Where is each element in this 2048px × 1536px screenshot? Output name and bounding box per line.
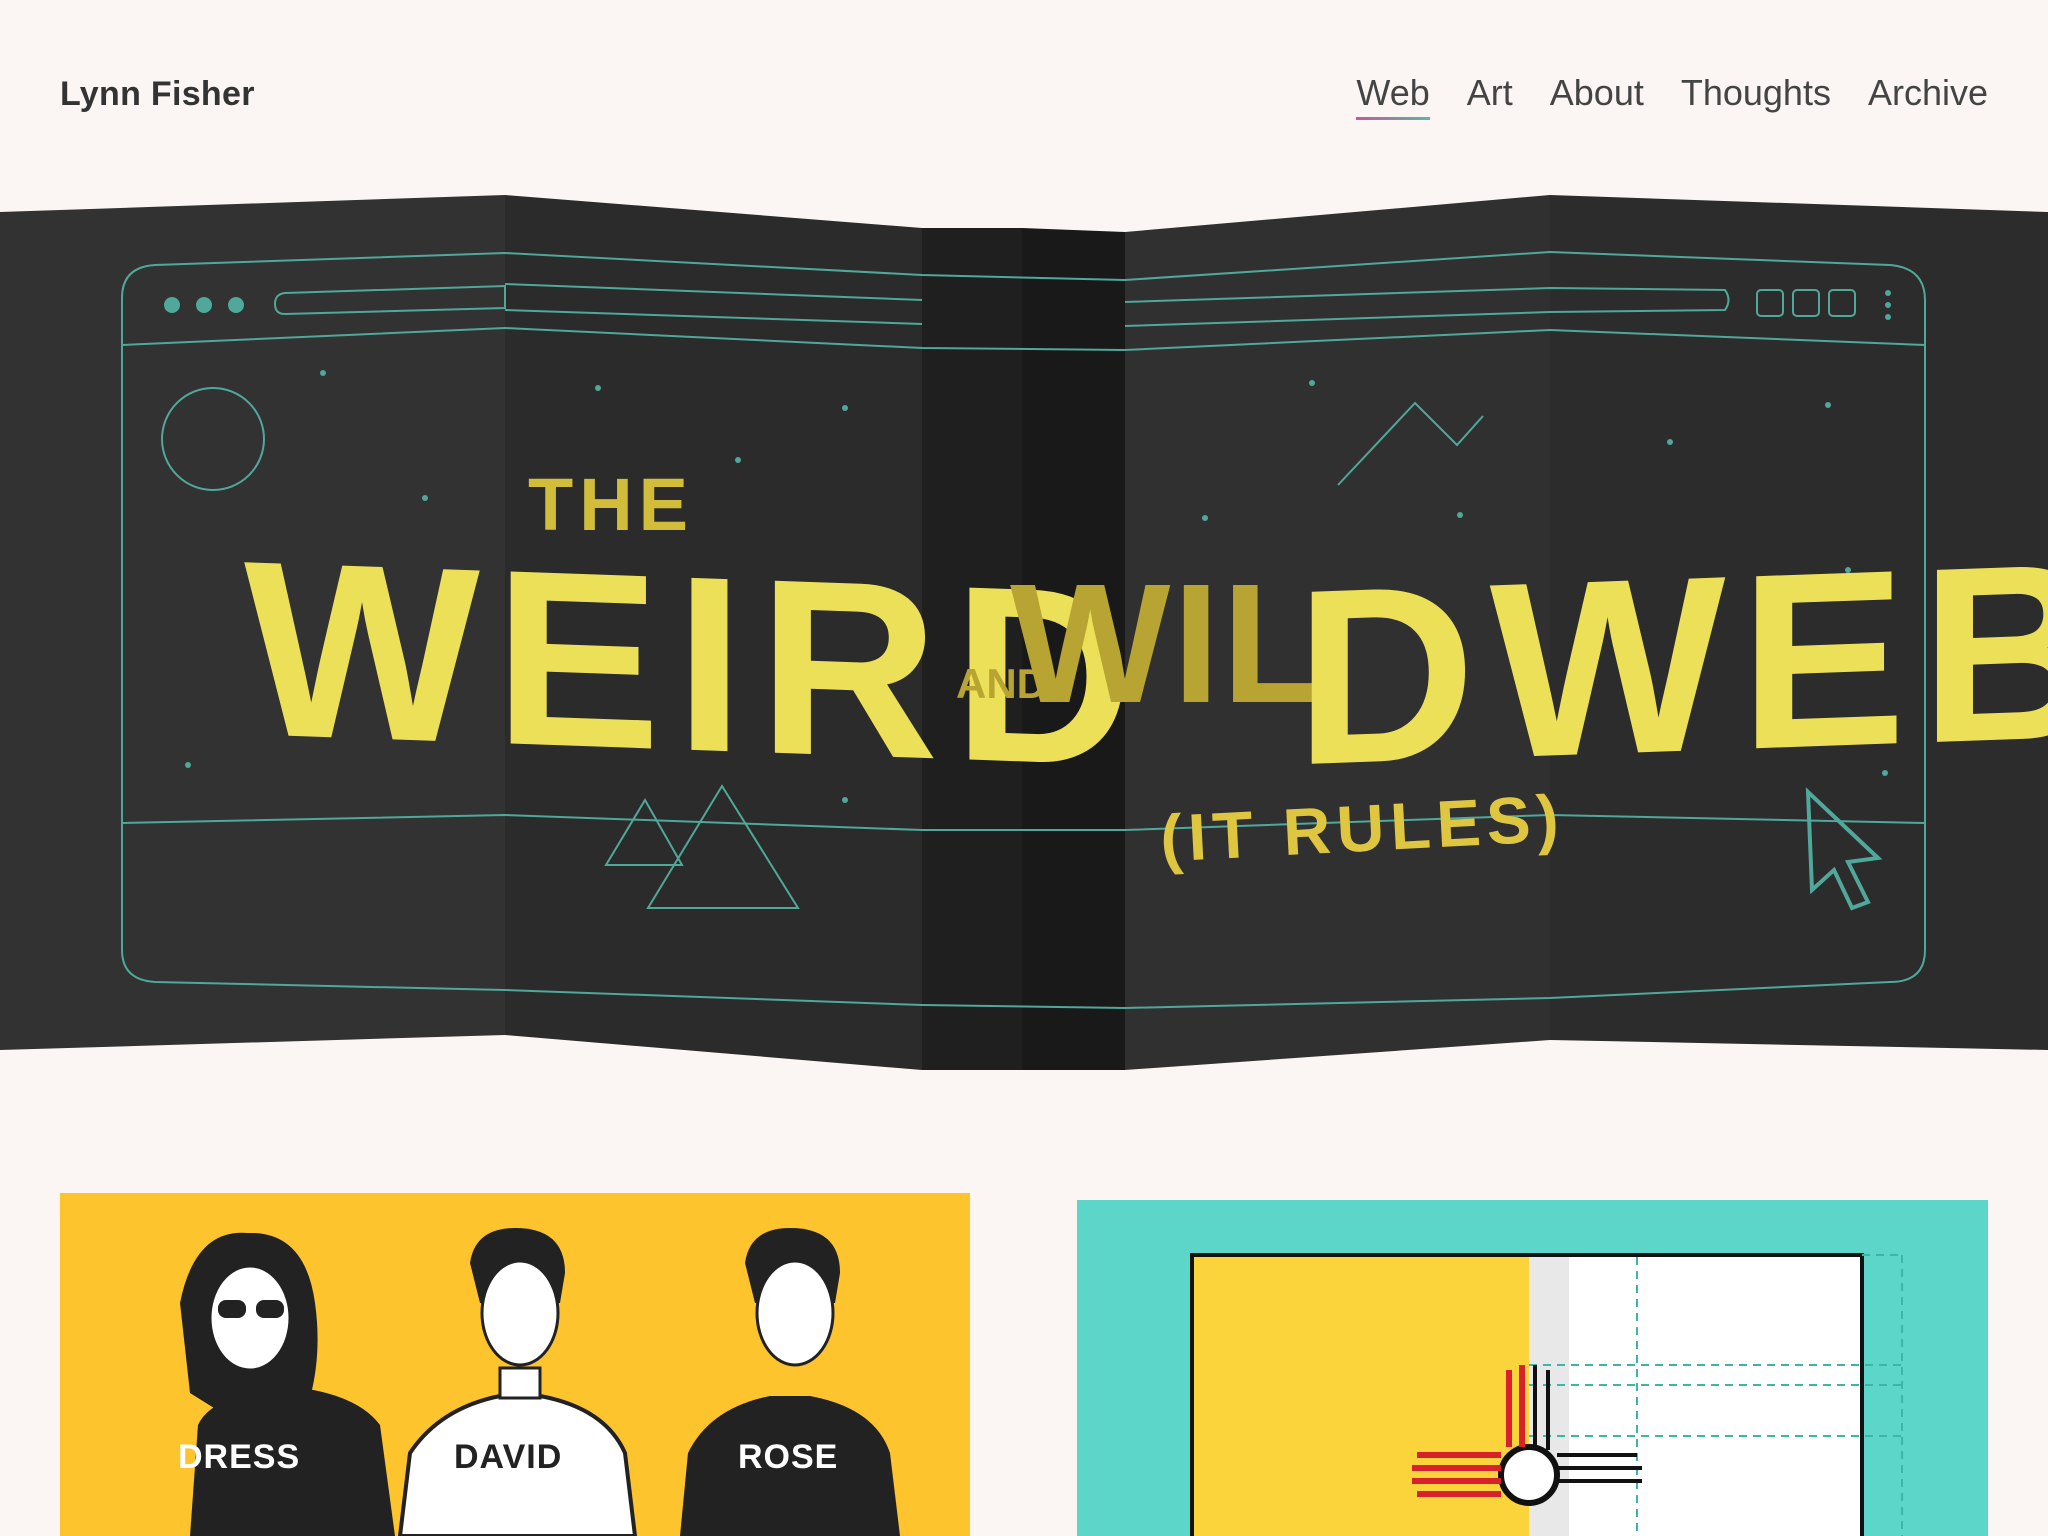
main-nav: Web Art About Thoughts Archive [1356,72,1988,120]
figure-rose [680,1228,900,1536]
nav-item-archive[interactable]: Archive [1868,72,1988,120]
nav-item-about[interactable]: About [1550,72,1644,120]
site-title-link[interactable]: Lynn Fisher [60,75,255,114]
portrait-illustration [180,1228,900,1536]
shirt-label-david: DAVID [454,1438,563,1476]
nav-item-art[interactable]: Art [1467,72,1513,120]
nav-item-web[interactable]: Web [1356,72,1431,120]
hero-illustration [0,195,2048,1070]
figure-david [397,1228,638,1536]
figure-dress [180,1232,395,1536]
site-header: Lynn Fisher Web Art About Thoughts Archi… [0,0,2048,190]
shirt-label-rose: ROSE [738,1438,839,1476]
project-card-schitts-creek[interactable]: DRESS DAVID ROSE [60,1193,970,1536]
nav-item-thoughts[interactable]: Thoughts [1681,72,1831,120]
flag-illustration [1190,1253,1903,1536]
project-card-flag[interactable] [1077,1200,1988,1536]
hero-weird-wild-web[interactable]: THE WEIRD AND WIL DWEB (IT RULES) [0,190,2048,1080]
shirt-label-dress: DRESS [178,1438,301,1476]
